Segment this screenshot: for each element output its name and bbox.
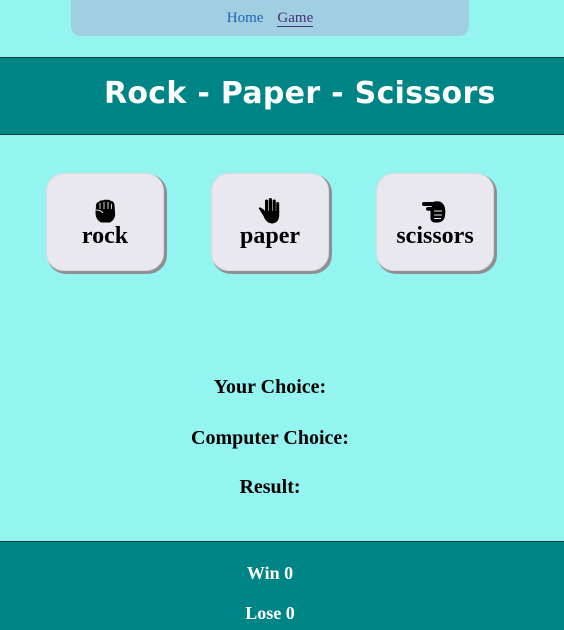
scoreboard: Win 0 Lose 0 <box>0 541 564 630</box>
paper-label: paper <box>240 223 300 249</box>
raised-fist-icon <box>95 199 116 223</box>
result-label: Result: <box>239 476 301 498</box>
page-title: Rock - Paper - Scissors <box>104 76 496 111</box>
page-header: Rock - Paper - Scissors <box>0 57 564 135</box>
scissors-button[interactable]: scissors <box>376 173 494 271</box>
nav-link-home[interactable]: Home <box>227 10 264 27</box>
rock-label: rock <box>81 223 129 249</box>
scissors-label: scissors <box>396 223 474 249</box>
lose-count: Lose 0 <box>245 603 295 623</box>
computer-choice-label: Computer Choice: <box>191 427 349 449</box>
paper-button[interactable]: paper <box>211 173 329 271</box>
raised-hand-icon <box>258 198 280 224</box>
pointing-hand-icon <box>422 201 446 223</box>
nav-link-game[interactable]: Game <box>277 10 314 27</box>
win-count: Win 0 <box>246 563 294 583</box>
your-choice-label: Your Choice: <box>213 376 327 398</box>
top-nav: Home Game <box>71 0 469 36</box>
rock-button[interactable]: rock <box>46 173 164 271</box>
